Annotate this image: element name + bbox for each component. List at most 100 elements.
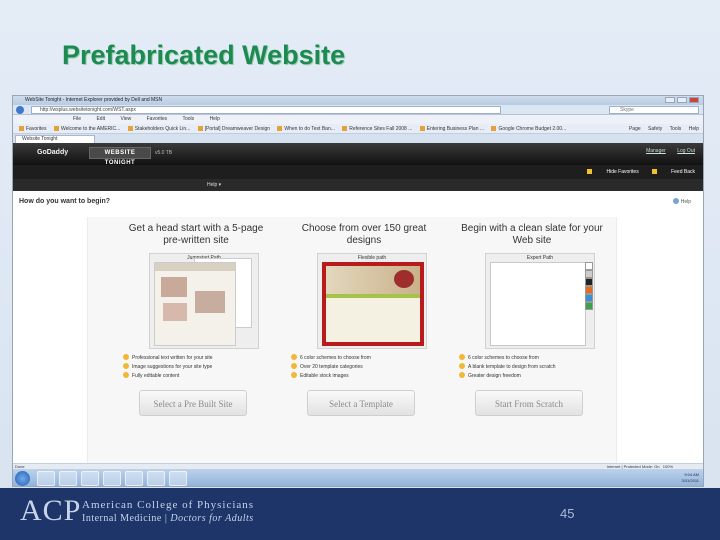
bullet-icon <box>291 363 297 369</box>
preview-page <box>154 262 236 346</box>
header-links: Manager Log Out <box>636 148 695 154</box>
select-template-button[interactable]: Select a Template <box>307 390 415 416</box>
jumpstart-preview[interactable]: Jumpstart Path <box>149 253 259 349</box>
manager-link[interactable]: Manager <box>646 148 666 154</box>
star-icon <box>19 126 24 131</box>
bullet-icon <box>459 363 465 369</box>
menu-file[interactable]: File <box>73 116 81 122</box>
org-name: American College of Physicians <box>82 499 255 511</box>
hide-favorites-link[interactable]: Hide Favorites <box>587 169 639 175</box>
list-item: Over 20 template categories <box>291 363 439 372</box>
page-question: How do you want to begin? <box>19 198 110 205</box>
preview-image <box>394 270 414 288</box>
page-icon <box>127 126 133 131</box>
list-item: Fully editable content <box>123 372 271 381</box>
taskbar-app-icon[interactable] <box>59 471 77 486</box>
page-icon <box>342 126 348 131</box>
path-label: Flexible path <box>357 255 387 261</box>
list-item: 6 color schemes to choose from <box>459 354 607 363</box>
menu-favorites[interactable]: Favorites <box>147 116 168 122</box>
favorite-item[interactable]: Entering Business Plan ... <box>419 124 484 133</box>
favorite-item[interactable]: Favorites <box>19 124 47 133</box>
select-prebuilt-button[interactable]: Select a Pre Built Site <box>139 390 247 416</box>
color-swatches <box>585 262 593 310</box>
start-button-icon[interactable] <box>15 471 30 486</box>
maximize-button[interactable] <box>677 97 687 103</box>
list-item: A blank template to design from scratch <box>459 363 607 372</box>
help-dropdown[interactable]: Help ▾ <box>207 182 221 188</box>
menu-edit[interactable]: Edit <box>96 116 105 122</box>
menu-help[interactable]: Help <box>210 116 220 122</box>
list-item: Editable stock images <box>291 372 439 381</box>
bullet-icon <box>123 372 129 378</box>
swatch[interactable] <box>585 286 593 294</box>
swatch[interactable] <box>585 294 593 302</box>
logout-link[interactable]: Log Out <box>677 148 695 154</box>
swatch[interactable] <box>585 262 593 270</box>
taskbar: 9:04 AM 3/31/2011 <box>13 469 703 486</box>
choice-heading: Choose from over 150 great designs <box>301 223 427 246</box>
feature-list: 6 color schemes to choose from A blank t… <box>459 354 607 381</box>
preview-page <box>322 262 424 346</box>
template-preview[interactable]: Flexible path <box>317 253 427 349</box>
favorite-item[interactable]: When to do Test Ban... <box>277 124 335 133</box>
menu-view[interactable]: View <box>120 116 131 122</box>
favorite-item[interactable]: Stakeholders Quick Lin... <box>127 124 190 133</box>
page-icon <box>53 126 59 131</box>
help-icon <box>672 198 679 204</box>
swatch[interactable] <box>585 302 593 310</box>
tab-website-tonight[interactable]: Website Tonight <box>15 135 95 143</box>
page-icon <box>491 126 497 131</box>
window-title: WebSite Tonight - Internet Explorer prov… <box>25 97 163 103</box>
app-title: WEBSITE TONIGHT <box>89 147 151 166</box>
expert-preview[interactable]: Expert Path <box>485 253 595 349</box>
choice-jumpstart: Get a head start with a 5-page pre-writt… <box>121 223 271 416</box>
swatch[interactable] <box>585 270 593 278</box>
favorite-item[interactable]: Welcome to the AMERIC... <box>53 124 120 133</box>
page-menu[interactable]: Page <box>629 126 641 132</box>
choice-template: Choose from over 150 great designs Flexi… <box>289 223 439 416</box>
choice-scratch: Begin with a clean slate for your Web si… <box>457 223 607 416</box>
bullet-icon <box>123 354 129 360</box>
close-button[interactable] <box>689 97 699 103</box>
menu-tools[interactable]: Tools <box>182 116 194 122</box>
slide-title: Prefabricated Website <box>62 40 346 70</box>
window-titlebar: WebSite Tonight - Internet Explorer prov… <box>13 96 703 105</box>
url-field[interactable]: http://wsplus.websitetonight.com/WST.asp… <box>31 106 501 114</box>
list-item: Image suggestions for your site type <box>123 363 271 372</box>
taskbar-app-icon[interactable] <box>81 471 99 486</box>
taskbar-app-icon[interactable] <box>169 471 187 486</box>
tools-menu[interactable]: Tools <box>670 126 682 132</box>
preview-image <box>161 277 187 297</box>
page-number: 45 <box>560 506 575 521</box>
favorite-item[interactable]: [Portal] Dreamweaver Design <box>197 124 270 133</box>
help-link[interactable]: Help <box>672 198 691 205</box>
taskbar-app-icon[interactable] <box>103 471 121 486</box>
favorite-item[interactable]: Google Chrome Budget 2.00... <box>491 124 566 133</box>
help-menu[interactable]: Help <box>689 126 699 132</box>
feedback-link[interactable]: Feed Back <box>652 169 695 175</box>
main-content: How do you want to begin? Help Get a hea… <box>13 191 703 463</box>
back-arrow-icon[interactable] <box>16 106 24 114</box>
org-tagline: Internal Medicine | Doctors for Adults <box>82 513 254 524</box>
start-from-scratch-button[interactable]: Start From Scratch <box>475 390 583 416</box>
app-toolbar: Help ▾ <box>13 179 703 191</box>
safety-menu[interactable]: Safety <box>648 126 662 132</box>
minimize-button[interactable] <box>665 97 675 103</box>
command-bar: Page Safety Tools Help <box>618 124 699 133</box>
taskbar-app-icon[interactable] <box>147 471 165 486</box>
search-input[interactable]: Skype <box>609 106 699 114</box>
system-clock[interactable]: 9:04 AM 3/31/2011 <box>682 472 700 484</box>
bullet-icon <box>459 372 465 378</box>
list-item: 6 color schemes to choose from <box>291 354 439 363</box>
bullet-icon <box>459 354 465 360</box>
preview-image <box>163 303 187 321</box>
favorite-item[interactable]: Reference Sites Fall 2008 ... <box>342 124 412 133</box>
swatch[interactable] <box>585 278 593 286</box>
tab-bar: Website Tonight <box>13 134 703 143</box>
taskbar-app-icon[interactable] <box>37 471 55 486</box>
page-icon <box>197 126 203 131</box>
blank-page <box>490 262 586 346</box>
acp-logo: ACP <box>20 494 82 527</box>
taskbar-app-icon[interactable] <box>125 471 143 486</box>
